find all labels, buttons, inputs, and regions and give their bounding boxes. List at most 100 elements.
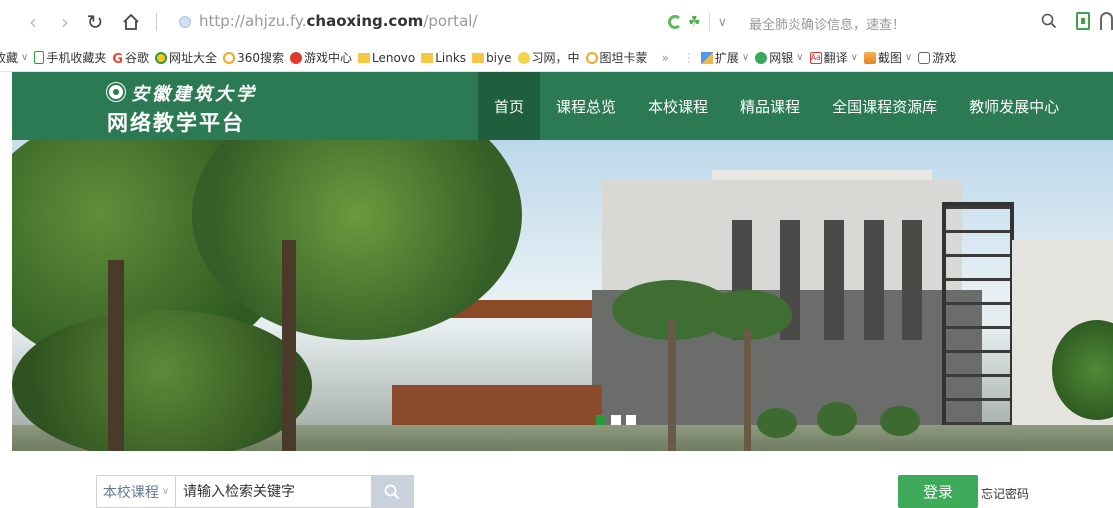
game-icon [918, 51, 931, 64]
bookmark-list: 收藏∨ 手机收藏夹 G谷歌 网址大全 360搜索 游戏中心 Lenovo Links biye 习… [0, 49, 654, 67]
banner-shrub [880, 406, 920, 436]
bookmarks-more-button[interactable]: » [662, 51, 669, 65]
banner-tree-trunk [282, 240, 296, 451]
search-icon[interactable] [1040, 12, 1058, 30]
url-field[interactable]: http://ahjzu.fy.chaoxing.com/portal/ [199, 12, 477, 30]
university-seal-icon [107, 83, 125, 101]
bookmark-item[interactable]: G 谷歌 [112, 49, 150, 67]
chevron-down-icon: ∨ [796, 52, 804, 63]
search-button[interactable] [371, 476, 413, 507]
toolbar-extras: 扩展 ∨ 网银 ∨ Aa 翻译 ∨ 截图 ∨ 游戏 [700, 49, 962, 66]
bookmark-bee-icon [517, 51, 530, 64]
banner-shrub [817, 402, 857, 436]
toolbar-extra-item[interactable]: Aa 翻译 ∨ [809, 49, 858, 66]
search-icon [384, 484, 400, 499]
bookmark-item[interactable]: 图坦卡蒙 [585, 49, 648, 66]
bookmark-circle-green-icon [155, 51, 168, 64]
security-icon[interactable] [668, 15, 682, 29]
bookmark-folder-icon [472, 52, 485, 63]
main-nav: 首页 课程总览 本校课程 精品课程 全国课程资源库 教师发展中心 [478, 72, 1075, 140]
slide-dot[interactable] [611, 415, 621, 425]
bookmark-item[interactable]: 手机收藏夹 [34, 49, 106, 66]
hero-banner[interactable] [12, 140, 1113, 451]
bookmark-label: Lenovo [371, 50, 416, 65]
toolbar-extra-item[interactable]: 游戏 [918, 49, 956, 66]
reload-icon[interactable]: ↻ [84, 10, 106, 34]
site-info-icon[interactable] [179, 16, 191, 28]
toolbar-extra-label: 网银 [769, 51, 794, 65]
leaf-icon [755, 51, 768, 64]
search-input[interactable] [176, 476, 371, 507]
bookmark-phone-icon [34, 51, 45, 64]
back-icon[interactable]: ‹ [22, 10, 44, 34]
nav-item[interactable]: 课程总览 [540, 72, 632, 140]
chevron-down-icon[interactable]: ∨ [718, 15, 728, 30]
bookmark-label: 图坦卡蒙 [599, 51, 648, 65]
nav-item[interactable]: 全国课程资源库 [816, 72, 953, 140]
toolbar-extra-label: 扩展 [714, 51, 739, 65]
cut-icon [863, 51, 876, 64]
search-scope-label: 本校课程 [102, 484, 159, 501]
browser-address-bar: ‹ › ↻ http://ahjzu.fy.chaoxing.com/porta… [0, 0, 1113, 44]
bookmarks-bar: 收藏∨手机收藏夹G谷歌网址大全360搜索游戏中心LenovoLinksbiye习… [0, 44, 1113, 72]
bookmark-item[interactable]: 游戏中心 [289, 49, 352, 66]
toolbar-extra-item[interactable]: 网银 ∨ [755, 49, 804, 66]
chevron-down-icon: ∨ [161, 486, 170, 497]
forward-icon[interactable]: › [54, 10, 76, 34]
profile-icon[interactable] [1100, 12, 1113, 30]
bookmark-item[interactable]: Lenovo [357, 50, 416, 65]
nav-item[interactable]: 本校课程 [632, 72, 724, 140]
university-name: 安徽建筑大学 [131, 84, 257, 105]
banner-palm-trunk [668, 320, 676, 451]
news-ticker[interactable]: 最全肺炎确诊信息，速查！ [749, 14, 905, 33]
search-scope-select[interactable]: 本校课程 ∨ [97, 476, 176, 507]
search-box: 本校课程 ∨ [96, 475, 414, 508]
chevron-down-icon: ∨ [21, 52, 29, 63]
login-button[interactable]: 登录 [898, 475, 978, 508]
bookmark-folder-icon [357, 52, 370, 63]
bookmark-label: biye [486, 50, 512, 65]
toolbar-extra-label: 翻译 [823, 51, 848, 65]
bookmark-g-icon: G [112, 51, 124, 67]
bookmark-label: 手机收藏夹 [46, 51, 107, 65]
address-bar-tools: ☘ ∨ [668, 12, 727, 32]
bookmark-item[interactable]: 360搜索 [223, 49, 284, 66]
forgot-password-link[interactable]: 忘记密码 [981, 485, 1029, 502]
bookmark-item[interactable]: biye [472, 50, 512, 65]
toolbar-separator: ⋮ [682, 50, 695, 65]
slide-dot[interactable] [596, 415, 606, 425]
bookmark-label: 360搜索 [237, 51, 284, 65]
nav-item[interactable]: 精品课程 [724, 72, 816, 140]
home-icon[interactable] [120, 10, 142, 34]
chevron-down-icon: ∨ [850, 52, 858, 63]
chevron-down-icon: ∨ [904, 52, 913, 63]
banner-tree [12, 310, 312, 451]
bookmark-item[interactable]: Links [421, 51, 466, 65]
leaf-icon[interactable]: ☘ [688, 14, 701, 30]
bookmark-circle-o-icon [223, 51, 236, 64]
bookmark-label: 收藏 [0, 51, 19, 65]
toolbar-extra-item[interactable]: 扩展 ∨ [700, 49, 750, 66]
nav-item[interactable]: 教师发展中心 [953, 72, 1075, 140]
bookmark-item[interactable]: 网址大全 [155, 49, 217, 66]
toolbar-extra-label: 截图 [877, 51, 902, 65]
bookmark-folder-icon [421, 52, 434, 63]
clipboard-icon[interactable] [1076, 12, 1090, 30]
chevron-down-icon: ∨ [741, 52, 750, 63]
bookmark-label: 网址大全 [169, 51, 218, 65]
tile-icon [700, 51, 713, 64]
bookmark-circle-o-icon [585, 51, 598, 64]
bookmark-item[interactable]: 收藏∨ [0, 49, 28, 66]
slide-dot[interactable] [626, 415, 636, 425]
bookmark-item[interactable]: 习网，中 [517, 49, 580, 66]
address-separator [156, 13, 157, 31]
bookmark-label: 谷歌 [125, 51, 150, 65]
bookmark-label: Links [435, 50, 467, 65]
slide-indicators [596, 415, 636, 425]
bookmark-label: 习网，中 [531, 51, 580, 65]
toolbar-extra-item[interactable]: 截图 ∨ [863, 49, 913, 66]
bookmark-label: 游戏中心 [303, 51, 352, 65]
platform-name: 网络教学平台 [107, 111, 245, 135]
nav-item[interactable]: 首页 [478, 72, 541, 140]
banner-tree-trunk [108, 260, 124, 451]
